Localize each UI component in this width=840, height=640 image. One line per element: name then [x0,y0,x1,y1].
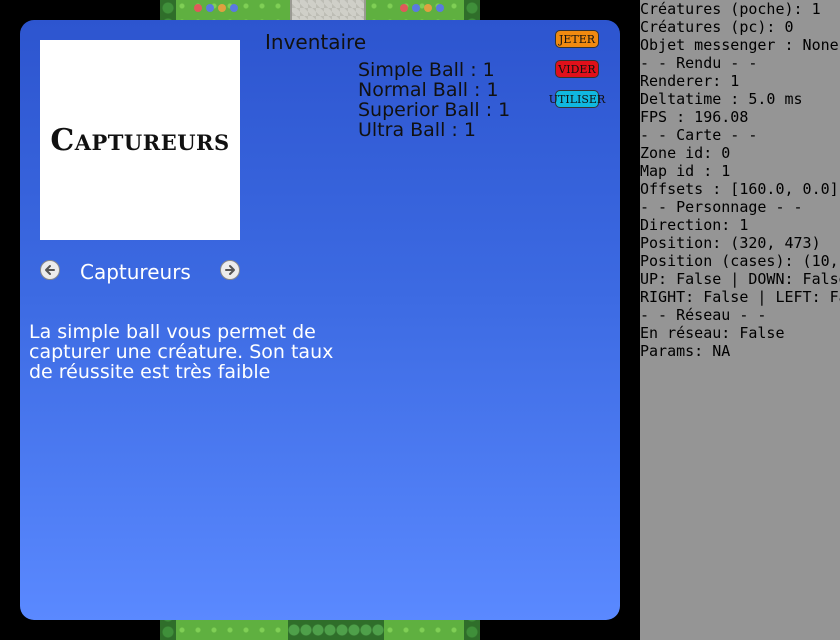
item-simple-ball[interactable]: Simple Ball : 1 [358,60,510,80]
flower-decoration [436,4,444,12]
debug-line: Objet messenger : None [640,36,839,54]
empty-button[interactable]: VIDER [555,60,599,78]
item-normal-ball[interactable]: Normal Ball : 1 [358,80,510,100]
throw-button[interactable]: JETER [555,30,599,48]
flower-decoration [206,4,214,12]
item-ultra-ball[interactable]: Ultra Ball : 1 [358,120,510,140]
debug-line: Deltatime : 5.0 ms [640,90,803,108]
debug-line: Position (cases): (10, 29) [640,252,840,270]
debug-line: - - Carte - - [640,126,758,144]
flower-decoration [400,4,408,12]
debug-line: Direction: 1 [640,216,749,234]
category-name: Captureurs [80,260,191,284]
use-button[interactable]: UTILISER [549,90,605,108]
inventory-panel: Captureurs Inventaire Simple Ball : 1 No… [20,20,620,620]
debug-line: En réseau: False [640,324,785,342]
arrow-left-icon [45,265,55,275]
flower-decoration [230,4,238,12]
debug-line: Position: (320, 473) [640,234,821,252]
flower-decoration [412,4,420,12]
debug-line: Zone id: 0 [640,144,731,162]
debug-line: FPS : 196.08 [640,108,749,126]
debug-line: Params: NA [640,342,731,360]
debug-line: Offsets : [160.0, 0.0] [640,180,839,198]
debug-line: - - Rendu - - [640,54,758,72]
inventory-title: Inventaire [265,30,367,54]
debug-line: - - Réseau - - [640,306,767,324]
category-image-label: Captureurs [50,122,230,158]
flower-decoration [424,4,432,12]
item-superior-ball[interactable]: Superior Ball : 1 [358,100,510,120]
arrow-right-icon[interactable] [220,260,240,280]
arrow-left-icon[interactable] [40,260,60,280]
flower-decoration [218,4,226,12]
debug-line: - - Personnage - - [640,198,803,216]
debug-line: Renderer: 1 [640,72,740,90]
item-list: Simple Ball : 1 Normal Ball : 1 Superior… [358,60,510,140]
debug-line: Map id : 1 [640,162,731,180]
item-description: La simple ball vous permet de capturer u… [29,321,334,383]
debug-panel: Créatures (poche): 1 Créatures (pc): 0 O… [640,0,840,640]
debug-line: Créatures (poche): 1 [640,0,821,18]
bushes [288,620,384,640]
debug-line: Créatures (pc): 0 [640,18,794,36]
category-image: Captureurs [40,40,240,240]
flower-decoration [194,4,202,12]
stone-path [290,0,366,22]
debug-line: RIGHT: False | LEFT: False [640,288,840,306]
debug-line: UP: False | DOWN: False [640,270,840,288]
arrow-right-icon [225,265,235,275]
